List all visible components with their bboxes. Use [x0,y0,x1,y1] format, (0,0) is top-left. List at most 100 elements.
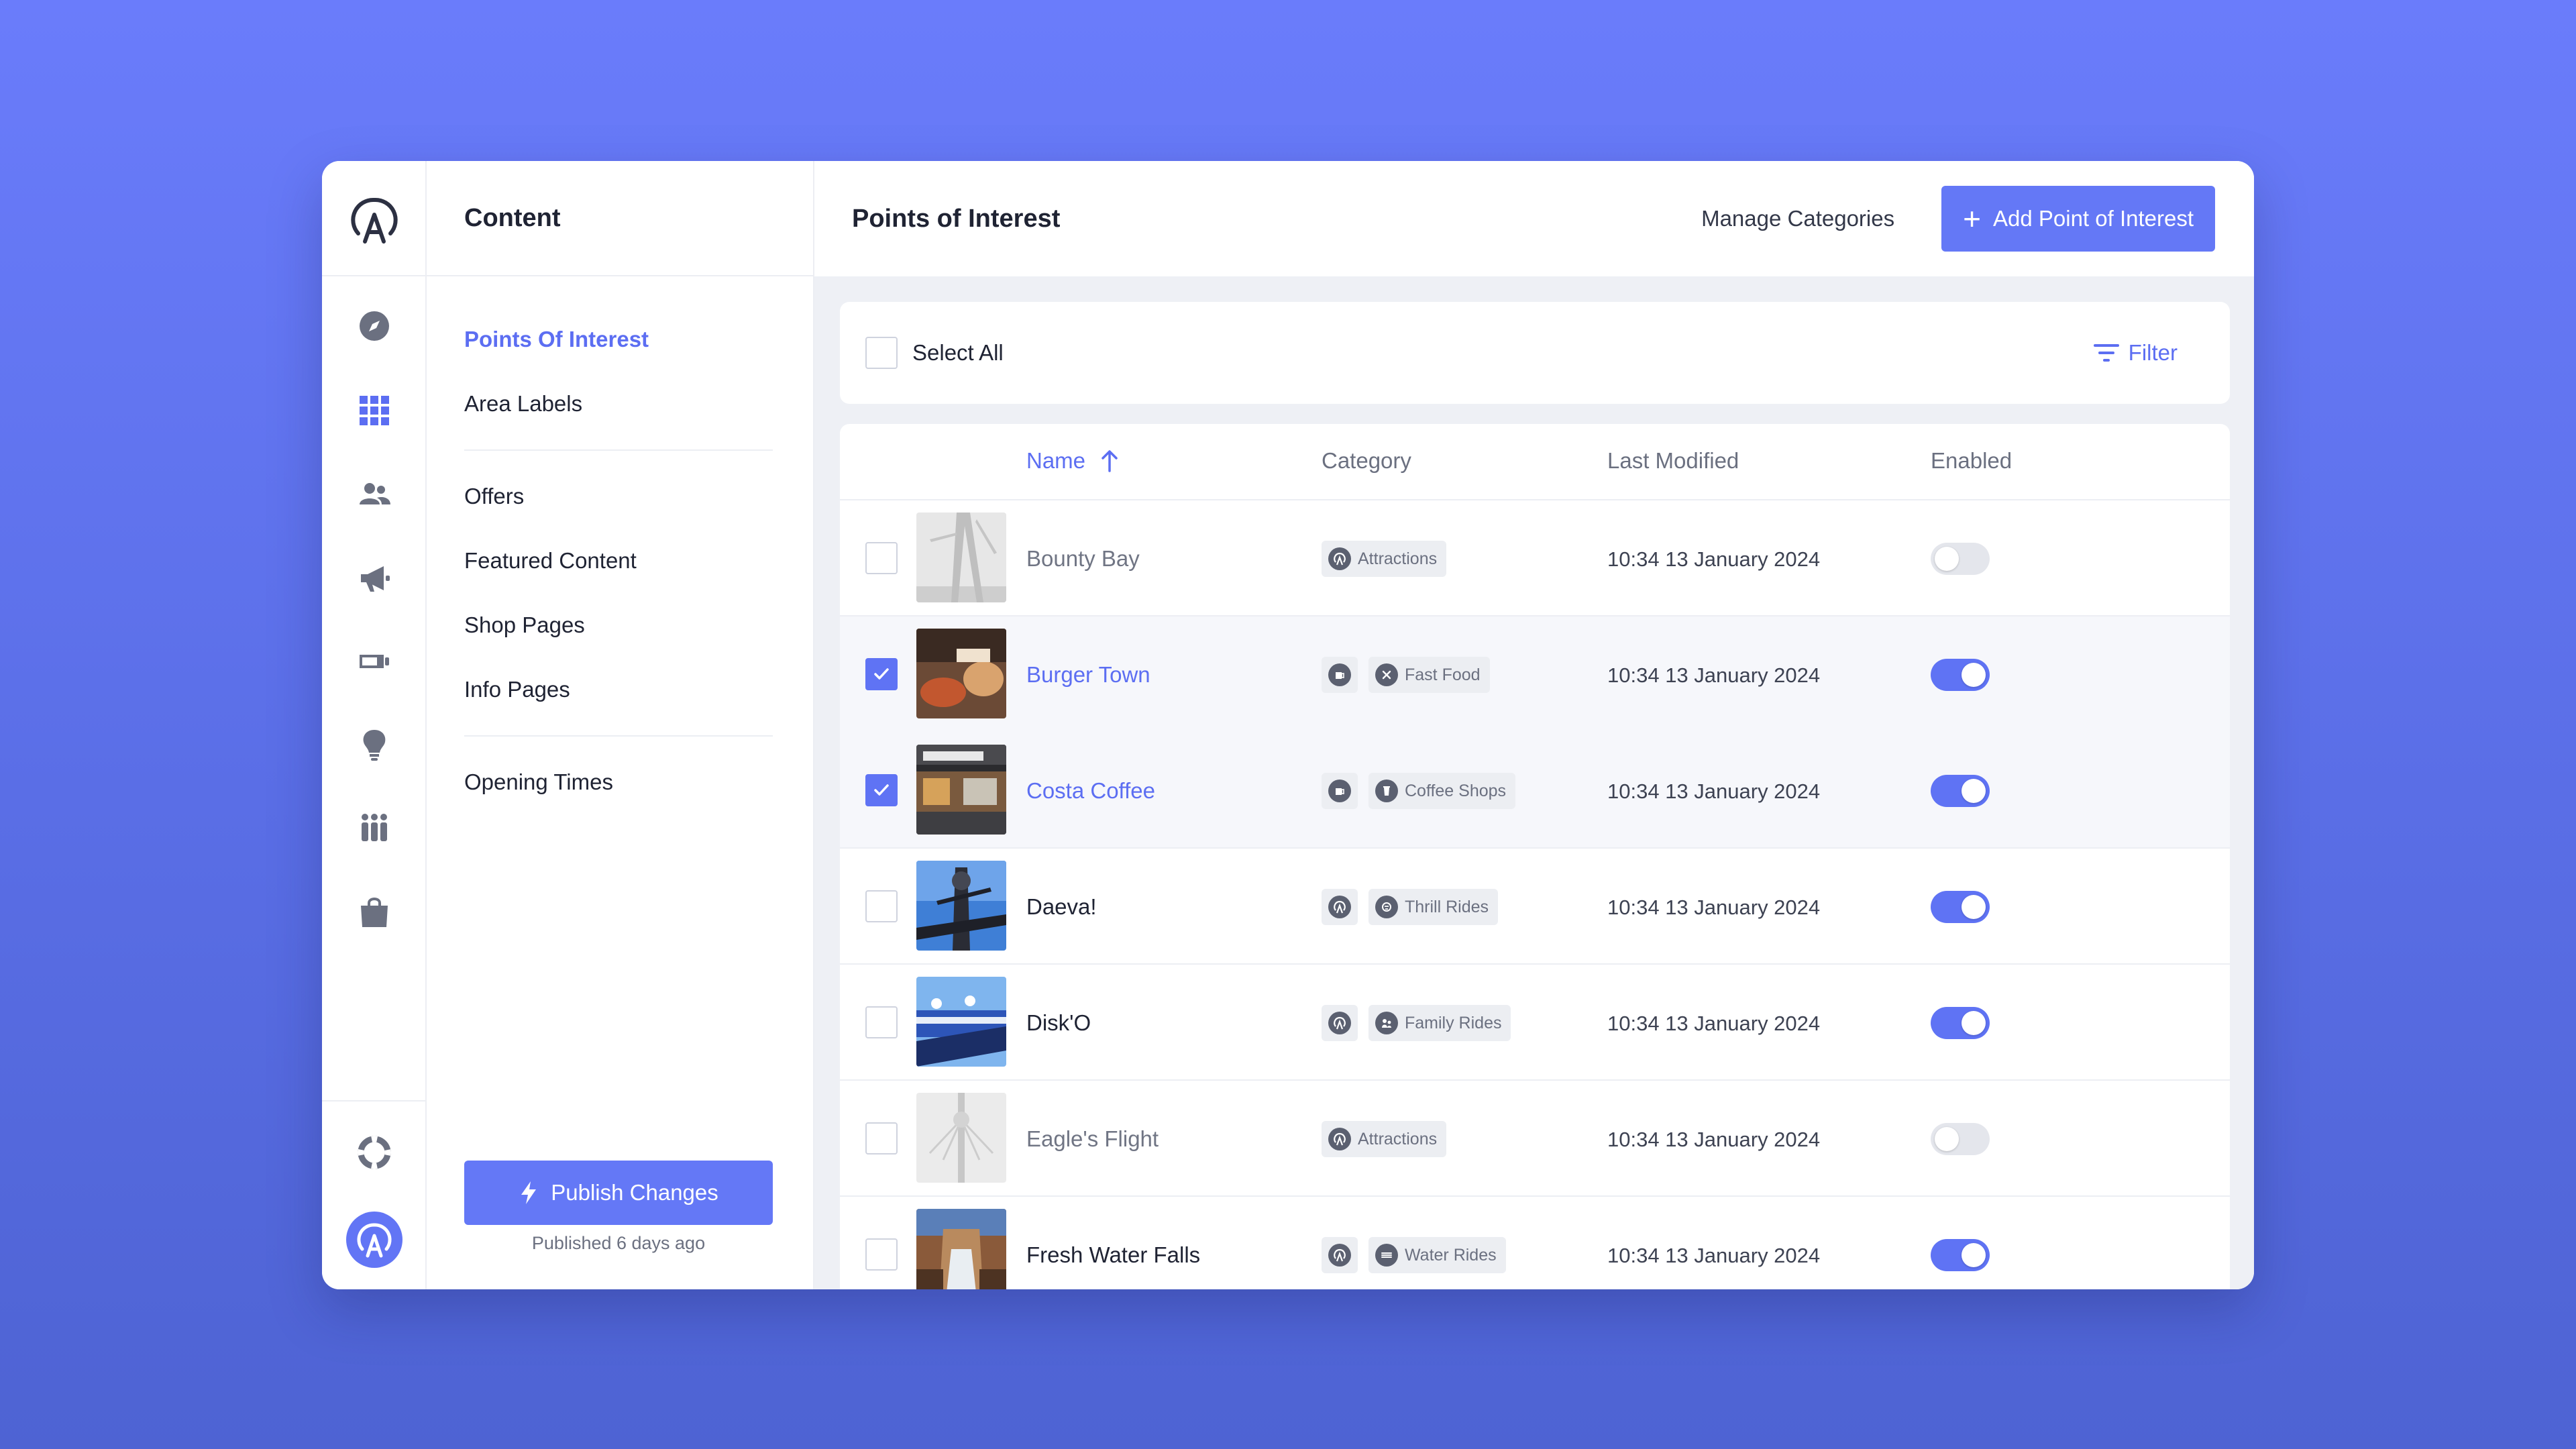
last-modified: 10:34 13 January 2024 [1607,896,1821,919]
column-header-name[interactable]: Name [1026,448,1119,474]
last-modified: 10:34 13 January 2024 [1607,1128,1821,1151]
table-row[interactable]: Eagle's Flight Attractions 10:34 13 Janu… [840,1081,2230,1197]
table-row[interactable]: Bounty Bay Attractions 10:34 13 January … [840,500,2230,616]
account-avatar-icon[interactable] [346,1212,402,1268]
page-title: Points of Interest [852,204,1061,233]
content-menu: Content Points Of Interest Area Labels O… [427,161,814,1289]
publish-changes-label: Publish Changes [551,1180,718,1205]
megaphone-icon[interactable] [354,558,394,598]
enabled-toggle[interactable] [1931,891,1990,923]
attractions-icon [1328,1128,1351,1150]
enabled-toggle[interactable] [1931,1123,1990,1155]
add-point-of-interest-label: Add Point of Interest [1992,206,2194,231]
poi-type-chip [1322,889,1358,925]
grid-icon[interactable] [354,390,394,431]
enabled-toggle[interactable] [1931,659,1990,691]
enabled-toggle[interactable] [1931,543,1990,575]
manage-categories-link[interactable]: Manage Categories [1701,206,1894,231]
table-row[interactable]: Fresh Water Falls Water Rides 10:34 13 J… [840,1197,2230,1289]
menu-item-opening-times[interactable]: Opening Times [464,750,813,814]
category-label: Water Rides [1405,1245,1497,1265]
category-chips: Fast Food [1322,657,1490,693]
category-label: Attractions [1358,1129,1438,1148]
poi-type-chip [1322,1237,1358,1273]
menu-item-area-labels[interactable]: Area Labels [464,372,813,436]
lightbulb-icon[interactable] [354,724,394,765]
food-drink-type-icon [1328,663,1351,686]
compass-icon[interactable] [354,306,394,346]
table-row[interactable]: Costa Coffee Coffee Shops 10:34 13 Janua… [840,733,2230,849]
enabled-toggle[interactable] [1931,1239,1990,1271]
coffee-cup-icon [1375,780,1398,802]
poi-type-chip [1322,773,1358,809]
bulk-toolbar: Select All Filter [840,302,2230,404]
poi-name[interactable]: Eagle's Flight [1026,1126,1159,1152]
category-chips: Coffee Shops [1322,773,1516,809]
group-icon[interactable] [354,808,394,848]
filter-button[interactable]: Filter [2093,340,2178,366]
poi-name[interactable]: Fresh Water Falls [1026,1242,1200,1268]
row-checkbox[interactable] [865,774,898,806]
main-area: Points of Interest Manage Categories + A… [814,161,2254,1289]
poi-thumbnail [916,1209,1006,1289]
category-chips: Water Rides [1322,1237,1506,1273]
shopping-bag-icon[interactable] [354,892,394,932]
menu-list: Points Of Interest Area Labels Offers Fe… [427,276,813,814]
poi-name[interactable]: Burger Town [1026,662,1150,688]
category-chips: Attractions [1322,541,1447,577]
row-checkbox[interactable] [865,890,898,922]
menu-item-shop-pages[interactable]: Shop Pages [464,593,813,657]
app-logo-icon[interactable] [349,195,400,246]
category-label: Attractions [1358,549,1438,568]
column-header-category[interactable]: Category [1322,448,1411,474]
row-checkbox[interactable] [865,542,898,574]
food-drink-type-icon [1328,780,1351,802]
category-chip: Fast Food [1368,657,1490,693]
menu-item-featured-content[interactable]: Featured Content [464,529,813,593]
menu-divider [464,449,773,451]
help-lifebuoy-icon[interactable] [354,1132,394,1173]
row-checkbox[interactable] [865,1238,898,1271]
rail-divider [322,275,425,276]
add-point-of-interest-button[interactable]: + Add Point of Interest [1941,186,2215,252]
filter-icon [2093,344,2119,362]
column-header-enabled[interactable]: Enabled [1931,448,2012,474]
table-row[interactable]: Disk'O Family Rides 10:34 13 January 202… [840,965,2230,1081]
last-modified: 10:34 13 January 2024 [1607,1244,1821,1267]
poi-name[interactable]: Bounty Bay [1026,546,1140,572]
plus-icon: + [1963,201,1981,236]
column-header-last-modified[interactable]: Last Modified [1607,448,1739,474]
poi-thumbnail [916,513,1006,602]
table-row[interactable]: Daeva! Thrill Rides 10:34 13 January 202… [840,849,2230,965]
check-icon [874,668,889,680]
topbar: Points of Interest Manage Categories + A… [814,161,2254,276]
row-checkbox[interactable] [865,1006,898,1038]
poi-name[interactable]: Costa Coffee [1026,778,1155,804]
published-status: Published 6 days ago [531,1233,706,1253]
enabled-toggle[interactable] [1931,1007,1990,1039]
table-row[interactable]: Burger Town Fast Food 10:34 13 January 2… [840,616,2230,733]
thrill-rides-icon [1375,896,1398,918]
poi-thumbnail [916,861,1006,951]
category-chip: Family Rides [1368,1005,1511,1041]
users-icon[interactable] [354,474,394,514]
poi-name[interactable]: Daeva! [1026,894,1097,920]
select-all-checkbox[interactable] [865,337,898,369]
menu-item-info-pages[interactable]: Info Pages [464,657,813,722]
category-chip: Thrill Rides [1368,889,1499,925]
ticket-icon[interactable] [354,641,394,682]
publish-changes-button[interactable]: Publish Changes [464,1161,773,1225]
row-checkbox[interactable] [865,658,898,690]
poi-thumbnail [916,1093,1006,1183]
poi-name[interactable]: Disk'O [1026,1010,1091,1036]
attractions-type-icon [1328,896,1351,918]
last-modified: 10:34 13 January 2024 [1607,547,1821,571]
menu-item-points-of-interest[interactable]: Points Of Interest [464,307,813,372]
menu-title: Content [427,161,813,276]
menu-item-offers[interactable]: Offers [464,464,813,529]
row-checkbox[interactable] [865,1122,898,1155]
enabled-toggle[interactable] [1931,775,1990,807]
poi-table: Name Category Last Modified Enabled Boun… [840,424,2230,1289]
app-window: Content Points Of Interest Area Labels O… [322,161,2254,1289]
category-chip: Water Rides [1368,1237,1506,1273]
